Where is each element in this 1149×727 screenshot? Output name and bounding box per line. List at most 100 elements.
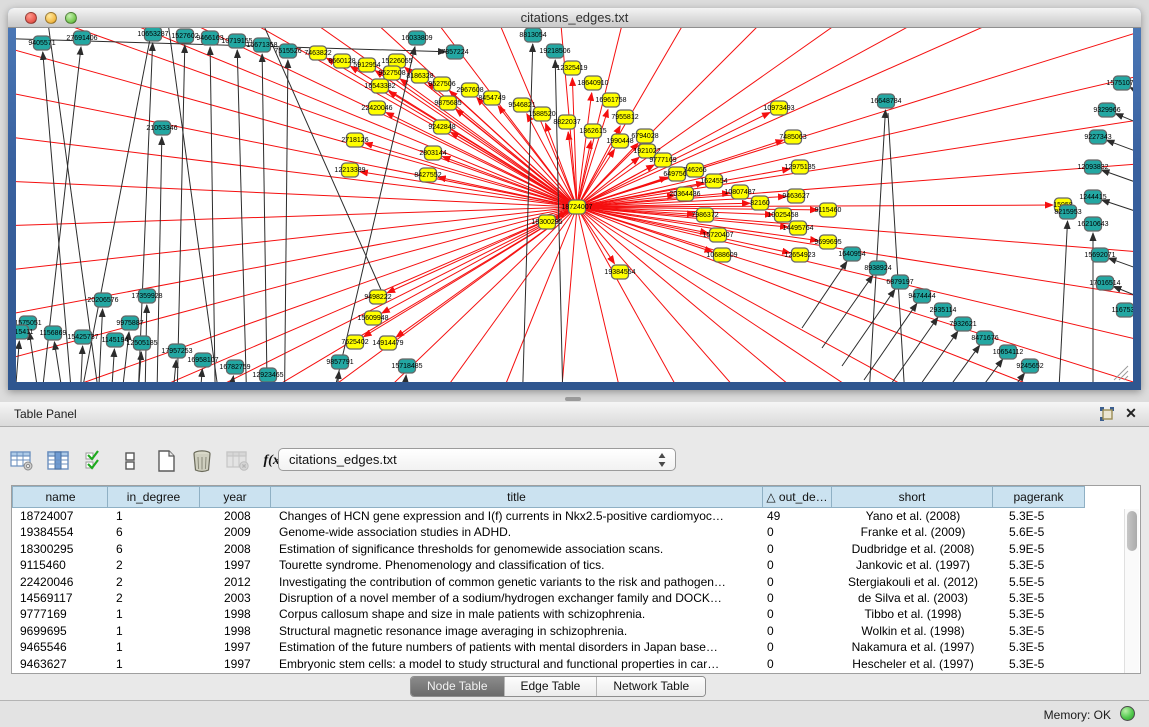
table-cell[interactable]: 5.3E-5 bbox=[993, 639, 1086, 655]
graph-node[interactable]: 746266 bbox=[683, 163, 706, 177]
graph-node[interactable]: 12975135 bbox=[784, 160, 815, 174]
graph-node[interactable]: 19218506 bbox=[539, 44, 570, 58]
table-cell[interactable]: Stergiakouli et al. (2012) bbox=[832, 574, 994, 590]
table-cell[interactable]: 2 bbox=[108, 590, 201, 606]
graph-node[interactable]: 12093832 bbox=[1077, 160, 1108, 174]
graph-node[interactable]: 8822037 bbox=[553, 115, 580, 129]
table-cell[interactable]: Estimation of significance thresholds fo… bbox=[271, 541, 764, 557]
close-panel-icon[interactable]: ✕ bbox=[1123, 405, 1139, 423]
graph-node[interactable]: 14495764 bbox=[782, 221, 813, 235]
graph-node[interactable]: 9115460 bbox=[815, 203, 842, 217]
graph-node[interactable]: 17957253 bbox=[161, 344, 192, 358]
column-header-name[interactable]: name bbox=[12, 486, 109, 508]
table-cell[interactable]: 1 bbox=[108, 639, 201, 655]
table-cell[interactable]: 9465546 bbox=[12, 639, 109, 655]
graph-node[interactable]: 16958107 bbox=[187, 353, 218, 367]
table-row[interactable]: 2242004622012Investigating the contribut… bbox=[12, 574, 1140, 590]
table-cell[interactable]: 14569117 bbox=[12, 590, 109, 606]
scrollbar-thumb[interactable] bbox=[1127, 511, 1137, 551]
graph-node[interactable]: 9857791 bbox=[326, 355, 353, 369]
tab-edge-table[interactable]: Edge Table bbox=[505, 677, 598, 696]
column-header-out_de[interactable]: △ out_de… bbox=[762, 486, 832, 508]
table-selector-dropdown[interactable]: citations_edges.txt bbox=[278, 448, 676, 471]
table-cell[interactable]: 19384554 bbox=[12, 524, 109, 540]
graph-node[interactable]: 12923465 bbox=[252, 368, 283, 382]
table-row[interactable]: 977716911998Corpus callosum shape and si… bbox=[12, 606, 1140, 622]
table-cell[interactable]: 1 bbox=[108, 508, 201, 524]
table-cell[interactable]: 5.3E-5 bbox=[993, 590, 1086, 606]
tab-network-table[interactable]: Network Table bbox=[597, 677, 705, 696]
column-header-title[interactable]: title bbox=[270, 486, 763, 508]
table-cell[interactable]: 0 bbox=[763, 656, 833, 672]
table-cell[interactable]: 0 bbox=[763, 639, 833, 655]
graph-node[interactable]: 9975887 bbox=[116, 316, 143, 330]
table-cell[interactable]: 18724007 bbox=[12, 508, 109, 524]
graph-node[interactable]: 27691406 bbox=[66, 31, 97, 45]
table-cell[interactable]: 5.5E-5 bbox=[993, 574, 1086, 590]
table-cell[interactable]: Investigating the contribution of common… bbox=[271, 574, 764, 590]
table-cell[interactable]: 9777169 bbox=[12, 606, 109, 622]
table-cell[interactable]: Tibbo et al. (1998) bbox=[832, 606, 994, 622]
graph-node[interactable]: 1527602 bbox=[171, 29, 198, 43]
table-cell[interactable]: 0 bbox=[763, 524, 833, 540]
column-header-pagerank[interactable]: pagerank bbox=[992, 486, 1085, 508]
table-row[interactable]: 1938455462009Genome-wide association stu… bbox=[12, 524, 1140, 540]
graph-node[interactable]: 20206576 bbox=[87, 293, 118, 307]
graph-node[interactable]: 10025458 bbox=[767, 208, 798, 222]
table-row[interactable]: 1872400712008Changes of HCN gene express… bbox=[12, 508, 1140, 524]
table-cell[interactable]: Changes of HCN gene expression and I(f) … bbox=[271, 508, 764, 524]
graph-node[interactable]: 1145194 bbox=[102, 333, 129, 347]
table-cell[interactable]: 2 bbox=[108, 557, 201, 573]
table-cell[interactable]: Hescheler et al. (1997) bbox=[832, 656, 994, 672]
table-cell[interactable]: Corpus callosum shape and size in male p… bbox=[271, 606, 764, 622]
table-cell[interactable]: Dudbridge et al. (2008) bbox=[832, 541, 994, 557]
graph-node[interactable]: 8660128 bbox=[328, 54, 355, 68]
table-cell[interactable]: Disruption of a novel member of a sodium… bbox=[271, 590, 764, 606]
panel-divider-handle[interactable] bbox=[565, 397, 581, 401]
network-graph-canvas[interactable]: 7463822866012859129541522605595275088186… bbox=[16, 28, 1133, 382]
table-cell[interactable]: 1998 bbox=[200, 606, 272, 622]
table-row[interactable]: 946362711997Embryonic stem cells: a mode… bbox=[12, 656, 1140, 672]
table-cell[interactable]: Franke et al. (2009) bbox=[832, 524, 994, 540]
table-cell[interactable]: 2009 bbox=[200, 524, 272, 540]
table-cell[interactable]: 1997 bbox=[200, 656, 272, 672]
window-titlebar[interactable]: citations_edges.txt bbox=[8, 8, 1141, 28]
table-cell[interactable]: 5.3E-5 bbox=[993, 606, 1086, 622]
table-options-icon[interactable] bbox=[10, 449, 34, 473]
table-cell[interactable]: 2008 bbox=[200, 508, 272, 524]
graph-node[interactable]: 15609948 bbox=[357, 311, 388, 325]
graph-node[interactable]: 1624554 bbox=[700, 174, 727, 188]
table-cell[interactable]: 5.3E-5 bbox=[993, 508, 1086, 524]
table-cell[interactable]: Nakamura et al. (1997) bbox=[832, 639, 994, 655]
graph-node[interactable]: 16210643 bbox=[1077, 217, 1108, 231]
table-cell[interactable]: 1 bbox=[108, 656, 201, 672]
table-row[interactable]: 1456911722003Disruption of a novel membe… bbox=[12, 590, 1140, 606]
table-cell[interactable]: 6 bbox=[108, 541, 201, 557]
graph-node[interactable]: 9466163 bbox=[196, 31, 223, 45]
table-cell[interactable]: 1997 bbox=[200, 639, 272, 655]
table-cell[interactable]: 22420046 bbox=[12, 574, 109, 590]
graph-node[interactable]: 8427552 bbox=[414, 168, 441, 182]
graph-node[interactable]: 2718126 bbox=[341, 133, 368, 147]
table-cell[interactable]: 0 bbox=[763, 574, 833, 590]
graph-node[interactable]: 7932621 bbox=[949, 317, 976, 331]
table-cell[interactable]: 1997 bbox=[200, 557, 272, 573]
graph-node[interactable]: 1990448 bbox=[606, 134, 633, 148]
table-cell[interactable]: 2008 bbox=[200, 541, 272, 557]
table-cell[interactable]: Tourette syndrome. Phenomenology and cla… bbox=[271, 557, 764, 573]
new-table-icon[interactable] bbox=[154, 449, 178, 473]
table-row[interactable]: 946554611997Estimation of the future num… bbox=[12, 639, 1140, 655]
row-height-icon[interactable] bbox=[118, 449, 142, 473]
table-cell[interactable]: 0 bbox=[763, 623, 833, 639]
table-row[interactable]: 1830029562008Estimation of significance … bbox=[12, 541, 1140, 557]
graph-node[interactable]: 5912954 bbox=[353, 58, 380, 72]
graph-node[interactable]: 12213389 bbox=[334, 163, 365, 177]
float-panel-icon[interactable] bbox=[1099, 406, 1115, 422]
graph-node[interactable]: 16648784 bbox=[870, 94, 901, 108]
table-row[interactable]: 911546021997Tourette syndrome. Phenomeno… bbox=[12, 557, 1140, 573]
graph-node[interactable]: 19384554 bbox=[604, 265, 635, 279]
graph-node[interactable]: 1244415 bbox=[1079, 190, 1106, 204]
table-cell[interactable]: 0 bbox=[763, 590, 833, 606]
select-columns-icon[interactable] bbox=[82, 449, 106, 473]
graph-node[interactable]: 7625402 bbox=[341, 335, 368, 349]
